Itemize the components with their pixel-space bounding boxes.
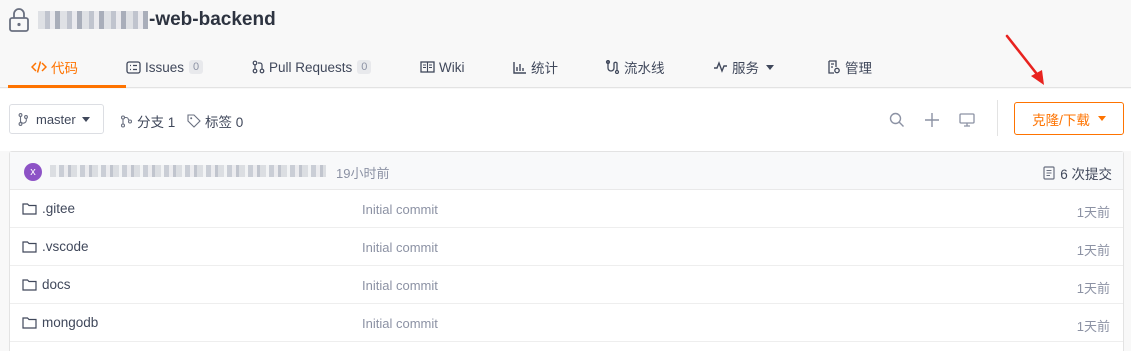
folder-icon [22, 317, 37, 329]
table-row[interactable]: mongodb Initial commit 1天前 [10, 304, 1123, 342]
pipeline-icon [605, 60, 620, 74]
tab-issues[interactable]: Issues 0 [126, 48, 252, 86]
chevron-down-icon [766, 64, 774, 70]
file-browser: x 19小时前 6 次提交 .gitee Initial commit 1天前 … [9, 151, 1124, 351]
tab-wiki[interactable]: Wiki [420, 48, 513, 86]
tab-label: 统计 [531, 61, 558, 76]
commit-time: 19小时前 [336, 166, 390, 181]
clone-download-label: 克隆/下载 [1032, 112, 1090, 128]
clone-download-button[interactable]: 克隆/下载 [1014, 102, 1124, 135]
file-name: .vscode [42, 239, 89, 254]
tab-label: 管理 [845, 61, 872, 76]
branches-link[interactable]: 分支 1 [120, 111, 175, 131]
file-age: 1天前 [1076, 243, 1110, 258]
repo-header: -web-backend 代码 Issues 0 Pull Requests 0 [0, 0, 1131, 88]
search-icon[interactable] [886, 109, 908, 131]
tab-manage[interactable]: 管理 [827, 48, 917, 86]
tab-label: 服务 [732, 61, 759, 76]
annotation-arrow-icon [1005, 34, 1044, 85]
manage-icon [827, 60, 841, 74]
add-icon[interactable] [921, 109, 943, 131]
branch-icon [18, 112, 28, 126]
tab-label: Issues [145, 59, 185, 75]
stats-icon [513, 61, 527, 74]
code-icon [31, 60, 47, 74]
file-age: 1天前 [1076, 281, 1110, 296]
repo-title: -web-backend [8, 6, 276, 34]
pull-requests-count-badge: 0 [357, 60, 372, 74]
pulse-icon [713, 61, 728, 73]
commit-count-label: 6 次提交 [1060, 167, 1112, 182]
repo-name[interactable]: -web-backend [149, 9, 276, 31]
file-age: 1天前 [1076, 319, 1110, 334]
commit-count-link[interactable]: 6 次提交 [1043, 163, 1112, 183]
tab-label: 流水线 [624, 61, 665, 76]
folder-icon [22, 203, 37, 215]
file-name-link[interactable]: mongodb [22, 315, 98, 330]
repo-tabs: 代码 Issues 0 Pull Requests 0 Wiki 统计 流水线 … [8, 48, 917, 88]
tab-pipeline[interactable]: 流水线 [605, 48, 713, 86]
tab-stats[interactable]: 统计 [513, 48, 605, 86]
avatar[interactable]: x [24, 163, 42, 181]
file-name-link[interactable]: .gitee [22, 201, 75, 216]
repo-toolbar: master 分支 1 标签 0 克隆/下载 [0, 89, 1131, 151]
toolbar-actions [886, 109, 991, 131]
branch-selector[interactable]: master [9, 104, 104, 134]
file-commit-message[interactable]: Initial commit [362, 316, 438, 331]
file-name-link[interactable]: .vscode [22, 239, 89, 254]
tags-link[interactable]: 标签 0 [187, 111, 243, 131]
tab-services[interactable]: 服务 [713, 48, 827, 86]
tab-label: Pull Requests [269, 59, 353, 75]
folder-icon [22, 241, 37, 253]
file-name: .gitee [42, 201, 76, 216]
branch-name: master [36, 111, 76, 127]
latest-commit-bar: x 19小时前 6 次提交 [10, 152, 1123, 190]
toolbar-divider [997, 100, 998, 136]
table-row[interactable]: .vscode Initial commit 1天前 [10, 228, 1123, 266]
file-commit-message[interactable]: Initial commit [362, 202, 438, 217]
issues-icon [126, 60, 141, 74]
file-name: docs [42, 277, 71, 292]
tab-pull-requests[interactable]: Pull Requests 0 [252, 48, 420, 86]
table-row[interactable]: .gitee Initial commit 1天前 [10, 190, 1123, 228]
file-age: 1天前 [1076, 205, 1110, 220]
branches-label: 分支 1 [137, 115, 176, 130]
tab-label: 代码 [51, 61, 78, 76]
issues-count-badge: 0 [189, 60, 204, 74]
table-row[interactable]: docs Initial commit 1天前 [10, 266, 1123, 304]
tab-code[interactable]: 代码 [8, 48, 126, 88]
wiki-icon [420, 61, 435, 73]
chevron-down-icon [81, 116, 90, 122]
file-commit-message[interactable]: Initial commit [362, 240, 438, 255]
tag-icon [187, 114, 201, 128]
web-ide-icon[interactable] [956, 109, 978, 131]
tags-label: 标签 0 [205, 115, 244, 130]
pull-request-icon [252, 60, 265, 74]
tab-label: Wiki [439, 59, 465, 75]
commit-message-redacted [50, 165, 326, 177]
chevron-down-icon [1097, 116, 1106, 121]
lock-icon [9, 8, 29, 32]
branch-icon [120, 114, 133, 128]
file-name: mongodb [42, 315, 99, 330]
file-name-link[interactable]: docs [22, 277, 71, 292]
file-commit-message[interactable]: Initial commit [362, 278, 438, 293]
repo-name-redacted [38, 11, 148, 29]
document-icon [1043, 166, 1055, 180]
folder-icon [22, 279, 37, 291]
